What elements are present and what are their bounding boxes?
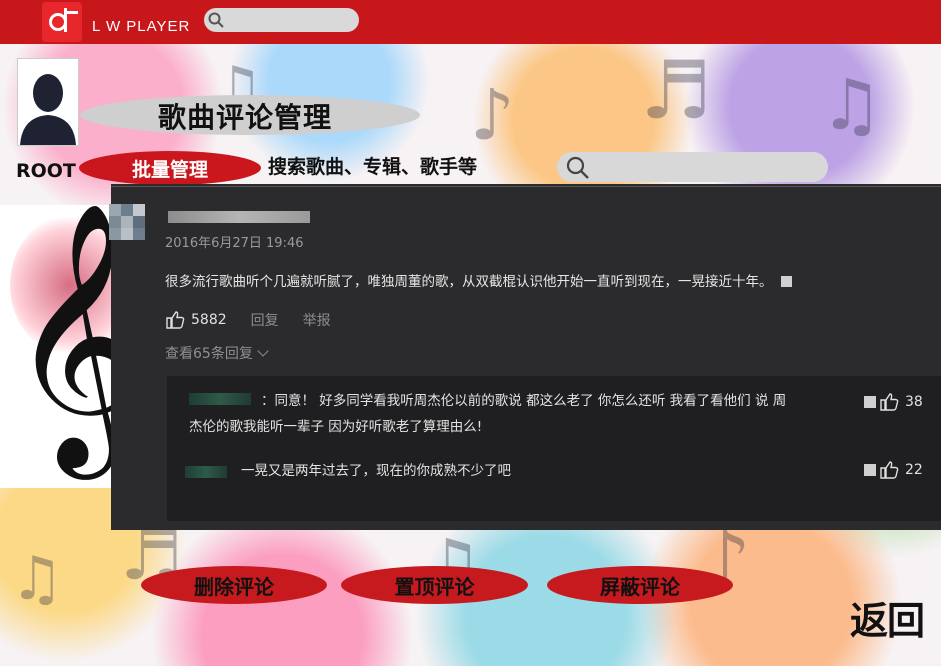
reply-like[interactable]: 38 (864, 392, 923, 412)
reply-text: 一晃又是两年过去了，现在的你成熟不少了吧 (241, 458, 511, 484)
reply-text-line: 杰伦的歌我能听一辈子 因为好听歌老了算理由么! (189, 419, 483, 435)
treble-clef-icon: 𝄞 (8, 205, 112, 468)
thumbs-up-icon[interactable] (165, 310, 185, 330)
treble-clef-decoration: 𝄞 (0, 205, 112, 488)
pin-comment-button[interactable]: 置顶评论 (341, 566, 528, 604)
search-icon (208, 12, 224, 28)
reply-select-checkbox[interactable] (864, 464, 876, 476)
search-icon (566, 156, 589, 179)
reply-like-count: 38 (905, 394, 923, 410)
top-search-input[interactable] (204, 8, 359, 32)
user-avatar-icon (20, 74, 76, 145)
commenter-avatar[interactable] (109, 204, 147, 244)
main-search-input[interactable] (557, 152, 828, 182)
block-comment-button[interactable]: 屏蔽评论 (547, 566, 733, 604)
user-avatar[interactable] (17, 58, 79, 146)
chevron-down-icon (257, 345, 269, 357)
comment-text: 很多流行歌曲听个几遍就听腻了，唯独周董的歌，从双截棍认识他开始一直听到现在，一晃… (165, 270, 792, 290)
batch-manage-button[interactable]: 批量管理 (79, 151, 261, 185)
top-bar: L W PLAYER (0, 0, 941, 44)
comment-date: 2016年6月27日 19:46 (165, 236, 304, 251)
comment-select-checkbox[interactable] (780, 276, 792, 287)
comment-panel: 2016年6月27日 19:46 很多流行歌曲听个几遍就听腻了，唯独周董的歌，从… (109, 184, 941, 530)
delete-comment-button[interactable]: 删除评论 (141, 566, 327, 604)
reply-user-blurred (185, 466, 227, 478)
reply-text-line: ：同意！ 好多同学看我听周杰伦以前的歌说 都这么老了 你怎么还听 我看了看他们 … (261, 393, 787, 409)
view-replies-link[interactable]: 查看65条回复 (165, 343, 269, 363)
view-replies-label: 查看65条回复 (165, 346, 253, 362)
reply-text-line: 一晃又是两年过去了，现在的你成熟不少了吧 (241, 463, 511, 479)
reply-like-count: 22 (905, 462, 923, 478)
thumbs-up-icon[interactable] (879, 460, 899, 480)
comment-body: 很多流行歌曲听个几遍就听腻了，唯独周董的歌，从双截棍认识他开始一直听到现在，一晃… (165, 274, 773, 290)
reply-list: ：同意！ 好多同学看我听周杰伦以前的歌说 都这么老了 你怎么还听 我看了看他们 … (167, 376, 941, 521)
reply-like[interactable]: 22 (864, 460, 923, 480)
reply-link[interactable]: 回复 (251, 310, 279, 330)
thumbs-up-icon[interactable] (879, 392, 899, 412)
reply-user-blurred (189, 393, 251, 405)
page-title: 歌曲评论管理 (158, 101, 333, 134)
search-label: 搜索歌曲、专辑、歌手等 (268, 156, 478, 178)
report-link[interactable]: 举报 (303, 310, 331, 330)
back-button[interactable]: 返回 (850, 590, 925, 645)
reply-text: ：同意！ 好多同学看我听周杰伦以前的歌说 都这么老了 你怎么还听 我看了看他们 … (189, 388, 787, 440)
comment-actions: 5882 回复 举报 (165, 310, 331, 330)
reply-select-checkbox[interactable] (864, 396, 876, 408)
commenter-name-blurred (168, 211, 310, 223)
app-logo-icon[interactable] (42, 2, 82, 42)
app-brand: L W PLAYER (92, 18, 191, 35)
user-label: ROOT (16, 160, 76, 182)
comment-like-count: 5882 (191, 312, 227, 328)
